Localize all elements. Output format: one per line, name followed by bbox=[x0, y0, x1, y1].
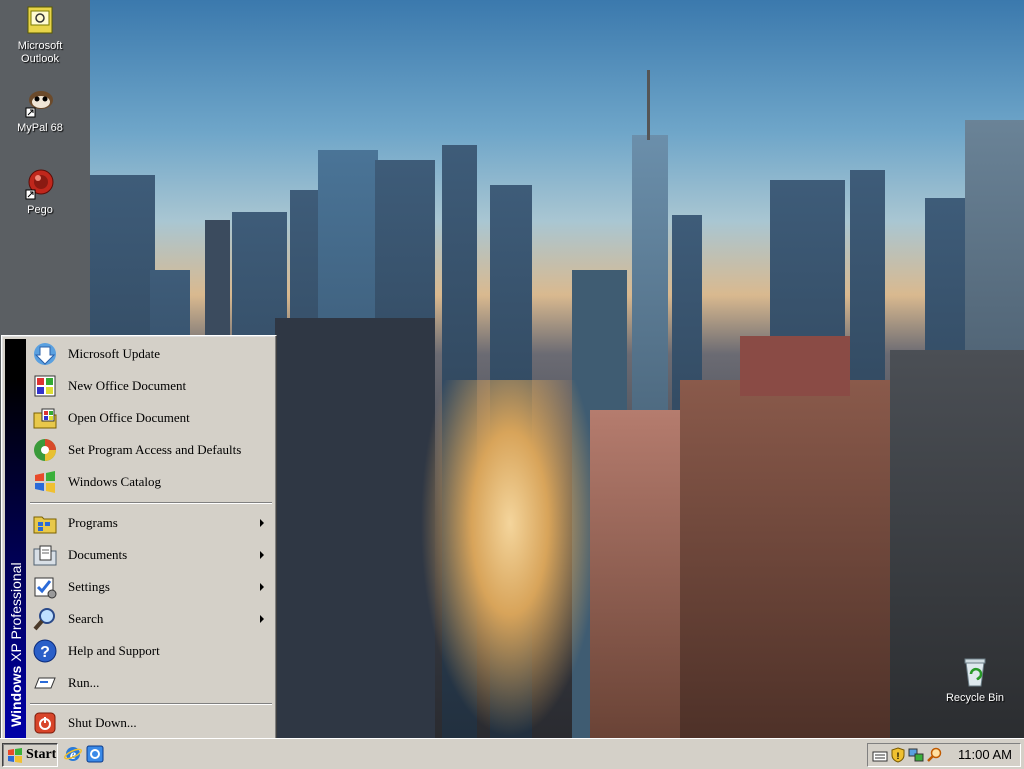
submenu-arrow-icon bbox=[260, 583, 264, 591]
menu-item-programs[interactable]: Programs bbox=[28, 507, 272, 539]
menu-item-label: New Office Document bbox=[68, 378, 187, 393]
shutdown-icon bbox=[32, 710, 58, 736]
security-shield-icon[interactable]: ! bbox=[890, 747, 906, 763]
start-menu-banner: Windows XP Professional bbox=[5, 339, 26, 738]
windows-flag-icon bbox=[7, 747, 23, 763]
menu-item-microsoft-update[interactable]: Microsoft Update bbox=[28, 338, 272, 370]
menu-item-label: Help and Support bbox=[68, 643, 160, 658]
menu-item-label: Search bbox=[68, 611, 104, 626]
submenu-arrow-icon bbox=[260, 615, 264, 623]
menu-item-set-program-access[interactable]: Set Program Access and Defaults bbox=[28, 434, 272, 466]
menu-item-shut-down[interactable]: Shut Down... bbox=[28, 707, 272, 739]
menu-item-label: Open Office Document bbox=[68, 410, 190, 425]
desktop-icon-outlook[interactable]: Microsoft Outlook bbox=[1, 4, 79, 66]
desktop-icon-mypal[interactable]: MyPal 68 bbox=[1, 86, 79, 135]
desktop-icon-label: Recycle Bin bbox=[945, 692, 1005, 704]
menu-item-settings[interactable]: Settings bbox=[28, 571, 272, 603]
menu-item-documents[interactable]: Documents bbox=[28, 539, 272, 571]
desktop-icon-label: Outlook bbox=[21, 53, 59, 65]
start-menu: Windows XP Professional Microsoft Update… bbox=[1, 335, 277, 743]
menu-separator bbox=[30, 703, 272, 705]
submenu-arrow-icon bbox=[260, 551, 264, 559]
svg-text:?: ? bbox=[40, 644, 50, 661]
menu-item-search[interactable]: Search bbox=[28, 603, 272, 635]
windows-update-icon bbox=[32, 341, 58, 367]
svg-text:!: ! bbox=[897, 751, 900, 761]
clock[interactable]: 11:00 AM bbox=[958, 747, 1012, 762]
menu-item-label: Windows Catalog bbox=[68, 474, 161, 489]
pego-icon bbox=[24, 168, 56, 200]
windows-catalog-icon bbox=[32, 469, 58, 495]
programs-folder-icon bbox=[32, 510, 58, 536]
search-tray-icon[interactable] bbox=[926, 747, 942, 763]
desktop-icon-recycle-bin[interactable]: Recycle Bin bbox=[936, 656, 1014, 705]
menu-item-label: Settings bbox=[68, 579, 110, 594]
menu-item-label: Set Program Access and Defaults bbox=[68, 442, 242, 457]
system-tray: ! 11:00 AM bbox=[867, 743, 1021, 767]
browser-icon[interactable] bbox=[86, 745, 104, 763]
taskbar: Start e ! 11:00 AM bbox=[0, 738, 1024, 769]
internet-explorer-icon[interactable]: e bbox=[63, 745, 83, 763]
start-button[interactable]: Start bbox=[2, 743, 58, 767]
menu-item-label: Documents bbox=[68, 547, 128, 562]
program-access-icon bbox=[32, 437, 58, 463]
new-office-document-icon bbox=[32, 373, 58, 399]
menu-item-label: Microsoft Update bbox=[68, 346, 161, 361]
mypal-icon bbox=[24, 86, 56, 118]
help-icon: ? bbox=[32, 638, 58, 664]
menu-item-label: Programs bbox=[68, 515, 118, 530]
desktop-icon-pego[interactable]: Pego bbox=[1, 168, 79, 217]
menu-item-label: Run... bbox=[68, 675, 100, 690]
menu-separator bbox=[30, 502, 272, 504]
desktop-icon-label: Microsoft bbox=[17, 40, 63, 52]
keyboard-icon[interactable] bbox=[872, 747, 888, 763]
documents-icon bbox=[32, 542, 58, 568]
menu-item-open-office-document[interactable]: Open Office Document bbox=[28, 402, 272, 434]
menu-item-new-office-document[interactable]: New Office Document bbox=[28, 370, 272, 402]
menu-item-label: Shut Down... bbox=[68, 715, 137, 730]
submenu-arrow-icon bbox=[260, 519, 264, 527]
menu-item-windows-catalog[interactable]: Windows Catalog bbox=[28, 466, 272, 498]
outlook-icon bbox=[24, 4, 56, 36]
desktop-icon-label: MyPal 68 bbox=[17, 122, 63, 134]
banner-brand: Windows bbox=[8, 665, 24, 727]
network-icon[interactable] bbox=[908, 747, 924, 763]
settings-icon bbox=[32, 574, 58, 600]
search-icon bbox=[32, 606, 58, 632]
menu-item-help-and-support[interactable]: ? Help and Support bbox=[28, 635, 272, 667]
banner-edition: XP Professional bbox=[8, 562, 24, 662]
recycle-bin-icon bbox=[959, 656, 991, 688]
menu-item-run[interactable]: Run... bbox=[28, 667, 272, 699]
open-office-document-icon bbox=[32, 405, 58, 431]
run-icon bbox=[32, 670, 58, 696]
desktop-icon-label: Pego bbox=[27, 204, 53, 216]
start-button-label: Start bbox=[26, 747, 57, 762]
